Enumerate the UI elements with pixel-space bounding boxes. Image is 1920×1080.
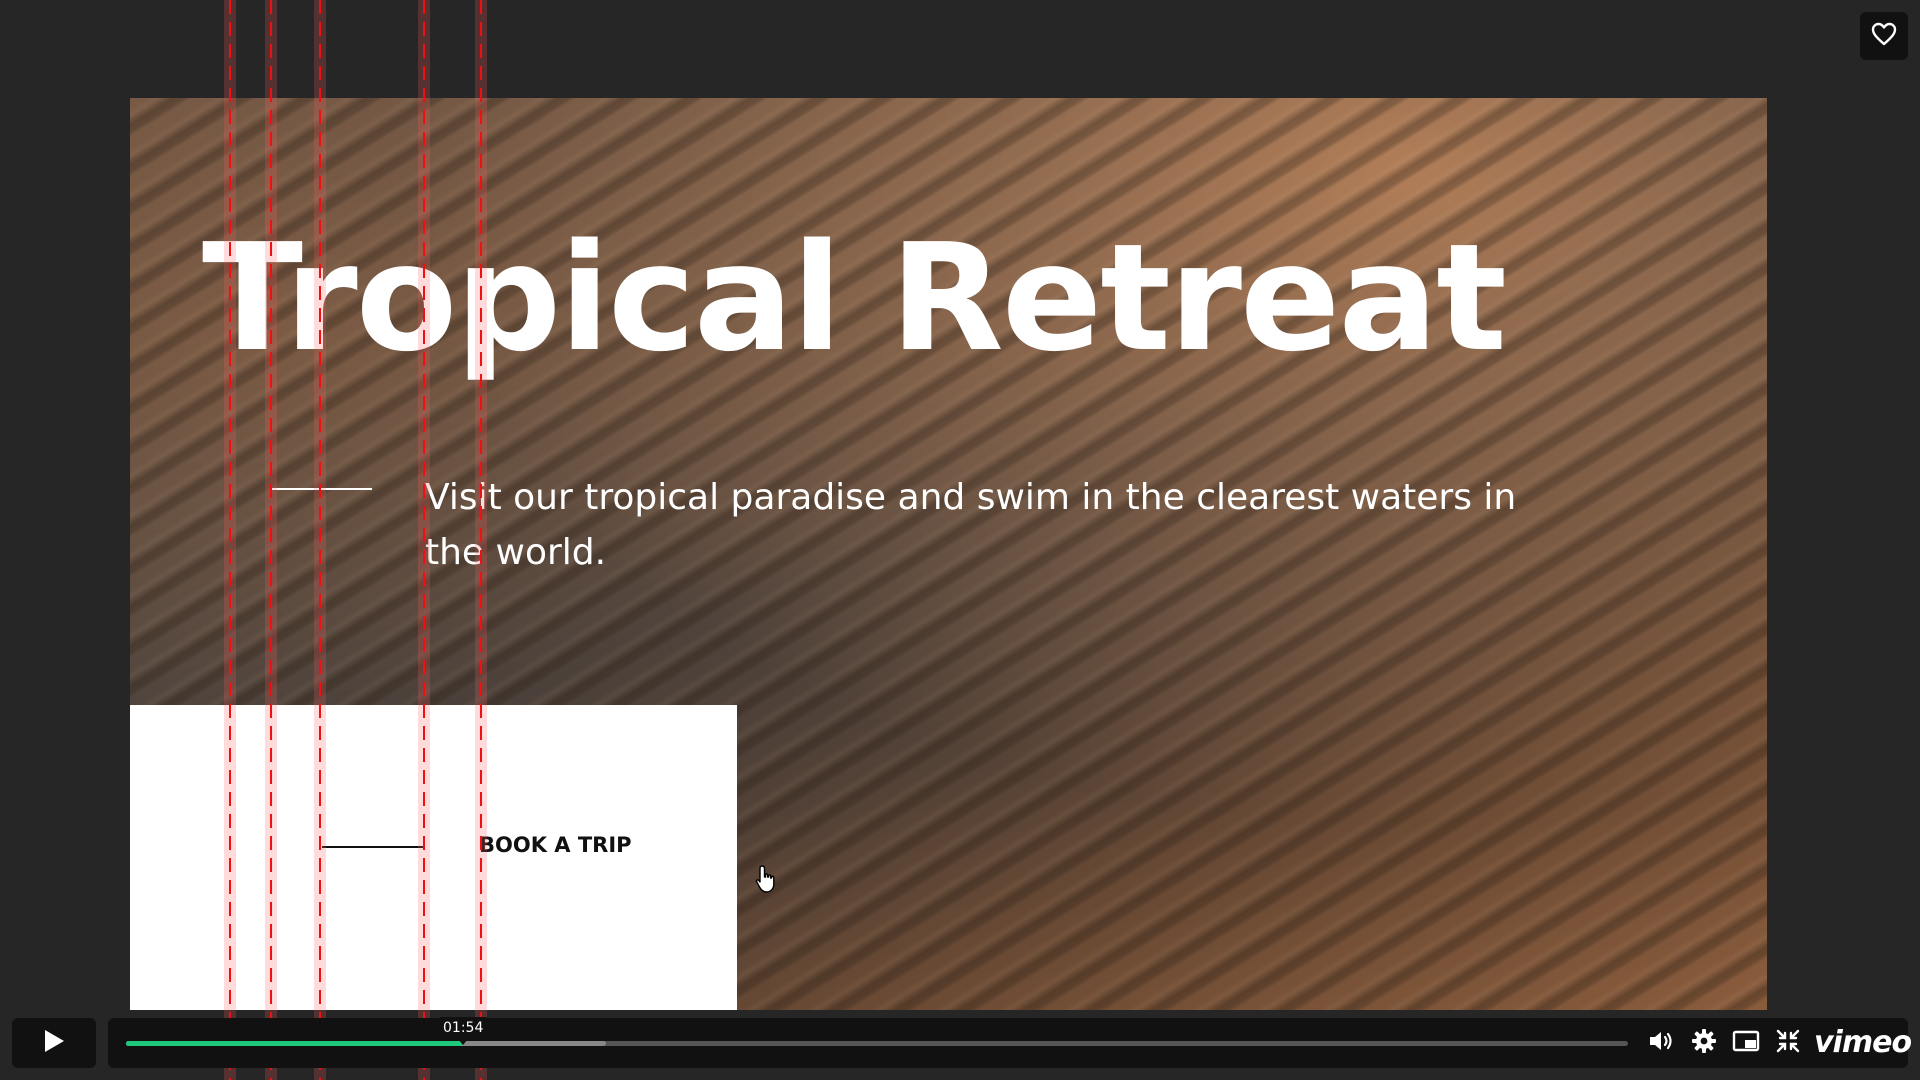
video-frame[interactable]: Tropical Retreat Visit our tropical para… (130, 98, 1767, 1010)
decorative-line (322, 846, 425, 848)
book-trip-button[interactable]: BOOK A TRIP (479, 830, 632, 860)
play-button[interactable] (12, 1018, 96, 1068)
like-button[interactable] (1860, 12, 1908, 60)
player-controls: 01:54 vimeo (12, 1017, 1912, 1070)
progress-track[interactable]: 01:54 (126, 1017, 1628, 1046)
heart-icon (1871, 22, 1897, 50)
volume-icon (1648, 1029, 1676, 1057)
gear-icon (1691, 1028, 1717, 1058)
exit-fullscreen-icon (1776, 1029, 1800, 1057)
guide-line (314, 0, 326, 1080)
control-bar: 01:54 vimeo (108, 1017, 1912, 1068)
guide-line (265, 0, 277, 1080)
volume-button[interactable] (1646, 1028, 1678, 1058)
pip-button[interactable] (1730, 1028, 1762, 1058)
slide-description: Visit our tropical paradise and swim in … (425, 477, 1517, 573)
play-icon (42, 1028, 66, 1058)
guide-line (224, 0, 236, 1080)
time-tooltip: 01:54 (438, 1017, 489, 1045)
exit-fullscreen-button[interactable] (1772, 1028, 1804, 1058)
played-bar (126, 1041, 464, 1046)
video-player[interactable]: Tropical Retreat Visit our tropical para… (0, 0, 1920, 1080)
vimeo-logo[interactable]: vimeo (1814, 1025, 1912, 1061)
hand-pointer-cursor-icon (754, 864, 780, 898)
settings-button[interactable] (1688, 1028, 1720, 1058)
guide-line (418, 0, 430, 1080)
picture-in-picture-icon (1732, 1030, 1760, 1056)
book-trip-panel: BOOK A TRIP (130, 705, 737, 1010)
guide-line (475, 0, 487, 1080)
